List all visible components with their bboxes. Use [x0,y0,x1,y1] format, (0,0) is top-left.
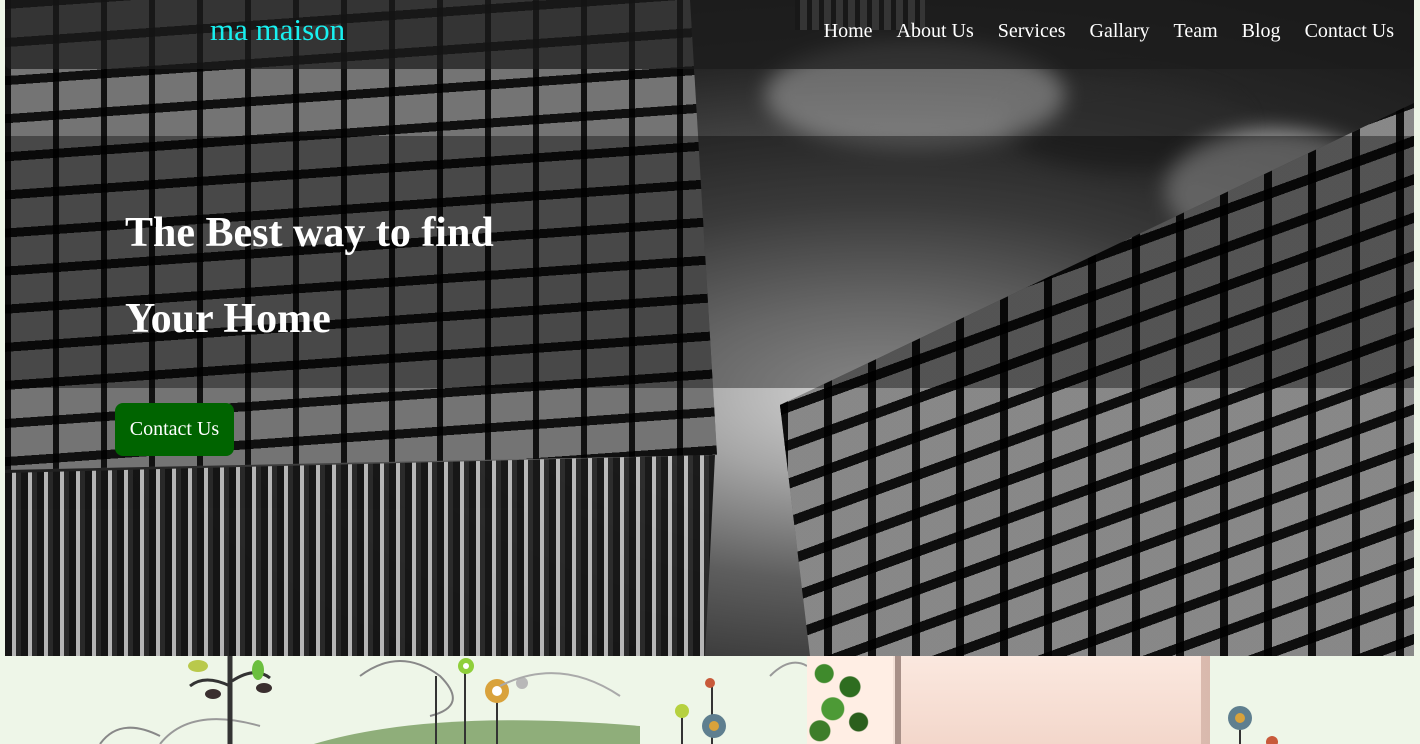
hero-title: The Best way to find Your Home [125,190,765,362]
nav-link-team[interactable]: Team [1174,20,1218,43]
hero-building-left-base [5,455,715,656]
nav-link-blog[interactable]: Blog [1242,20,1281,43]
plant-illustration [99,656,807,744]
plant-icon [807,656,893,744]
navbar: ma maison Home About Us Services Gallary… [5,0,1414,69]
nav-link-home[interactable]: Home [824,20,873,43]
next-section-preview [0,656,1420,744]
window-frame [895,656,1201,744]
nav-link-about-us[interactable]: About Us [897,20,974,43]
main-nav: Home About Us Services Gallary Team Blog… [824,20,1394,43]
nav-link-services[interactable]: Services [998,20,1066,43]
hero-title-line-1: The Best way to find [125,210,494,256]
plant-illustration-right [1228,706,1278,744]
hero-title-line-2: Your Home [125,296,331,342]
nav-link-contact-us[interactable]: Contact Us [1305,20,1394,43]
nav-link-gallary[interactable]: Gallary [1090,20,1150,43]
contact-us-button[interactable]: Contact Us [115,403,234,456]
interior-photo [807,656,1210,744]
brand-logo-link[interactable]: ma maison [210,12,345,48]
